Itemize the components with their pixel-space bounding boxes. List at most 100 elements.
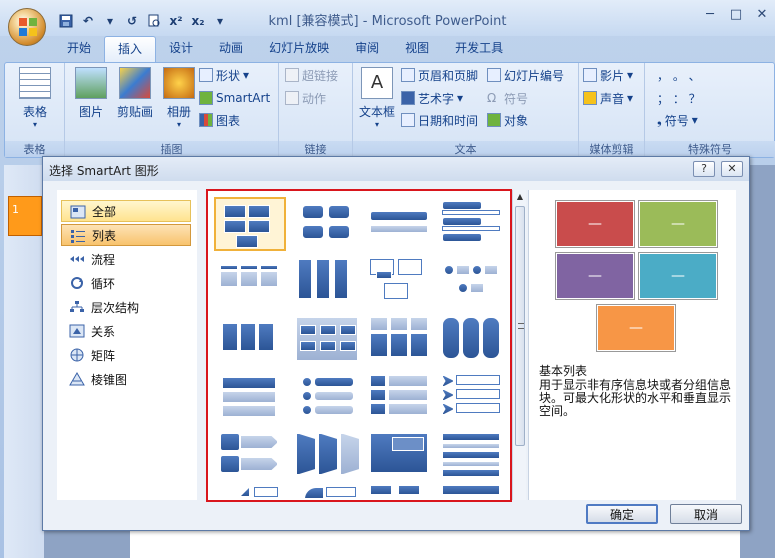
- layout-grouped-list[interactable]: [292, 313, 364, 367]
- slide-number: 1: [12, 203, 19, 216]
- album-icon: [163, 67, 195, 99]
- hyperlink-icon: [285, 68, 299, 82]
- cancel-button[interactable]: 取消: [670, 504, 742, 524]
- layout-vertical-box-list[interactable]: [292, 255, 364, 309]
- preview-pane: — — — — — 基本列表 用于显示非有序信息块或者分组信息块。可最大化形状的…: [528, 190, 736, 500]
- movie-button[interactable]: 影片 ▾: [583, 65, 633, 85]
- layout-trapezoid-list[interactable]: [214, 371, 286, 425]
- layout-curved-list[interactable]: [292, 481, 364, 500]
- punctuation-row-2[interactable]: ； ： ？: [657, 88, 701, 108]
- dialog-close-button[interactable]: ✕: [721, 161, 743, 177]
- layout-vertical-arrow-list[interactable]: [436, 429, 508, 483]
- hyperlink-button[interactable]: 超链接: [285, 65, 338, 85]
- category-list-type[interactable]: 列表: [61, 224, 191, 246]
- group-label: 插图: [65, 141, 278, 157]
- dialog-title: 选择 SmartArt 图形: [49, 164, 159, 178]
- list-icon: [70, 229, 86, 243]
- chart-button[interactable]: 图表: [199, 110, 240, 130]
- scroll-up-icon[interactable]: ▲: [513, 190, 527, 204]
- close-icon[interactable]: ✕: [749, 4, 775, 24]
- layout-bending-picture[interactable]: [436, 255, 508, 309]
- preview-title: 基本列表: [539, 364, 588, 378]
- album-button[interactable]: 相册 ▾: [159, 67, 199, 129]
- datetime-button[interactable]: 日期和时间: [401, 110, 478, 130]
- group-label: 表格: [5, 141, 64, 157]
- layout-horizontal-bullet-list[interactable]: [214, 255, 286, 309]
- object-button[interactable]: 对象: [487, 110, 528, 130]
- layout-table-list[interactable]: [214, 313, 286, 367]
- layout-block-list[interactable]: [364, 481, 436, 500]
- ribbon: 表格 ▾ 表格 图片 剪贴画 相册 ▾ 形状 ▾ SmartArt 图表 插图 超链…: [4, 62, 775, 158]
- layout-basic-list[interactable]: [214, 197, 286, 251]
- tab-developer[interactable]: 开发工具: [442, 36, 516, 60]
- bullet-icon: ❟: [657, 112, 662, 127]
- layout-pyramid-list[interactable]: [214, 481, 286, 500]
- ok-button[interactable]: 确定: [586, 504, 658, 524]
- help-button[interactable]: ?: [693, 161, 715, 177]
- table-button[interactable]: 表格 ▾: [15, 67, 55, 129]
- preview-shape-5: —: [597, 305, 675, 351]
- smartart-button[interactable]: SmartArt: [199, 88, 270, 108]
- preview-shape-2: —: [639, 201, 717, 247]
- punctuation-row-1[interactable]: ， 。 、: [657, 65, 701, 85]
- tab-view[interactable]: 视图: [392, 36, 442, 60]
- smartart-dialog: 选择 SmartArt 图形 ? ✕ 全部 列表 流程 循环 层次结构 关系 矩…: [42, 156, 750, 531]
- tab-slideshow[interactable]: 幻灯片放映: [256, 36, 342, 60]
- layout-segmented-list[interactable]: [364, 371, 436, 425]
- layout-vertical-bullet-list[interactable]: [364, 197, 436, 251]
- category-all[interactable]: 全部: [61, 200, 191, 222]
- category-matrix[interactable]: 矩阵: [61, 344, 191, 366]
- office-logo-icon: [18, 17, 38, 37]
- shapes-button[interactable]: 形状 ▾: [199, 65, 249, 85]
- textbox-button[interactable]: A 文本框 ▾: [357, 67, 397, 129]
- maximize-icon[interactable]: □: [723, 4, 749, 24]
- layout-picture-caption-list[interactable]: [364, 255, 436, 309]
- category-pyramid[interactable]: 棱锥图: [61, 368, 191, 390]
- layout-lined-list[interactable]: [364, 313, 436, 367]
- tab-design[interactable]: 设计: [156, 36, 206, 60]
- clipart-button[interactable]: 剪贴画: [113, 67, 157, 120]
- category-relationship[interactable]: 关系: [61, 320, 191, 342]
- preview-shape-4: —: [639, 253, 717, 299]
- symbol-button[interactable]: Ω 符号: [487, 88, 528, 108]
- layout-target-list[interactable]: [364, 429, 436, 483]
- gallery-scrollbar[interactable]: ▲: [512, 190, 526, 500]
- action-button[interactable]: 动作: [285, 88, 326, 108]
- picture-button[interactable]: 图片: [71, 67, 111, 120]
- category-process[interactable]: 流程: [61, 248, 191, 270]
- layout-chevron-list[interactable]: [436, 371, 508, 425]
- special-symbol-button[interactable]: ❟ 符号 ▾: [657, 110, 698, 130]
- layout-alternating-hexagons[interactable]: [292, 197, 364, 251]
- pyramid-icon: [69, 372, 85, 386]
- wordart-button[interactable]: 艺术字 ▾: [401, 88, 463, 108]
- tab-animations[interactable]: 动画: [206, 36, 256, 60]
- sound-button[interactable]: 声音 ▾: [583, 88, 633, 108]
- header-footer-button[interactable]: 页眉和页脚: [401, 65, 478, 85]
- slide-number-button[interactable]: 幻灯片编号: [487, 65, 564, 85]
- layout-circle-accent-list[interactable]: [436, 313, 508, 367]
- tab-insert[interactable]: 插入: [104, 36, 157, 63]
- layout-vertical-bracket-list[interactable]: [292, 371, 364, 425]
- group-label: 媒体剪辑: [579, 141, 644, 157]
- minimize-icon[interactable]: ─: [697, 4, 723, 24]
- tab-review[interactable]: 审阅: [342, 36, 392, 60]
- window-title: kml [兼容模式] - Microsoft PowerPoint: [268, 14, 507, 29]
- header-footer-icon: [401, 68, 415, 82]
- preview-shape-1: —: [556, 201, 634, 247]
- layout-stacked-list[interactable]: [436, 197, 508, 251]
- grip-icon: [518, 323, 524, 329]
- category-cycle[interactable]: 循环: [61, 272, 191, 294]
- action-icon: [285, 91, 299, 105]
- scroll-thumb[interactable]: [515, 206, 525, 446]
- layout-arrow-list[interactable]: [214, 429, 286, 483]
- tab-home[interactable]: 开始: [54, 36, 104, 60]
- clipart-icon: [119, 67, 151, 99]
- category-list: 全部 列表 流程 循环 层次结构 关系 矩阵 棱锥图: [57, 190, 197, 500]
- relationship-icon: [69, 324, 85, 338]
- office-button[interactable]: [8, 8, 46, 46]
- slide-thumbnail[interactable]: [8, 196, 42, 236]
- layout-bar-list[interactable]: [436, 481, 508, 500]
- sound-icon: [583, 91, 597, 105]
- category-hierarchy[interactable]: 层次结构: [61, 296, 191, 318]
- layout-chevron-process[interactable]: [292, 429, 364, 483]
